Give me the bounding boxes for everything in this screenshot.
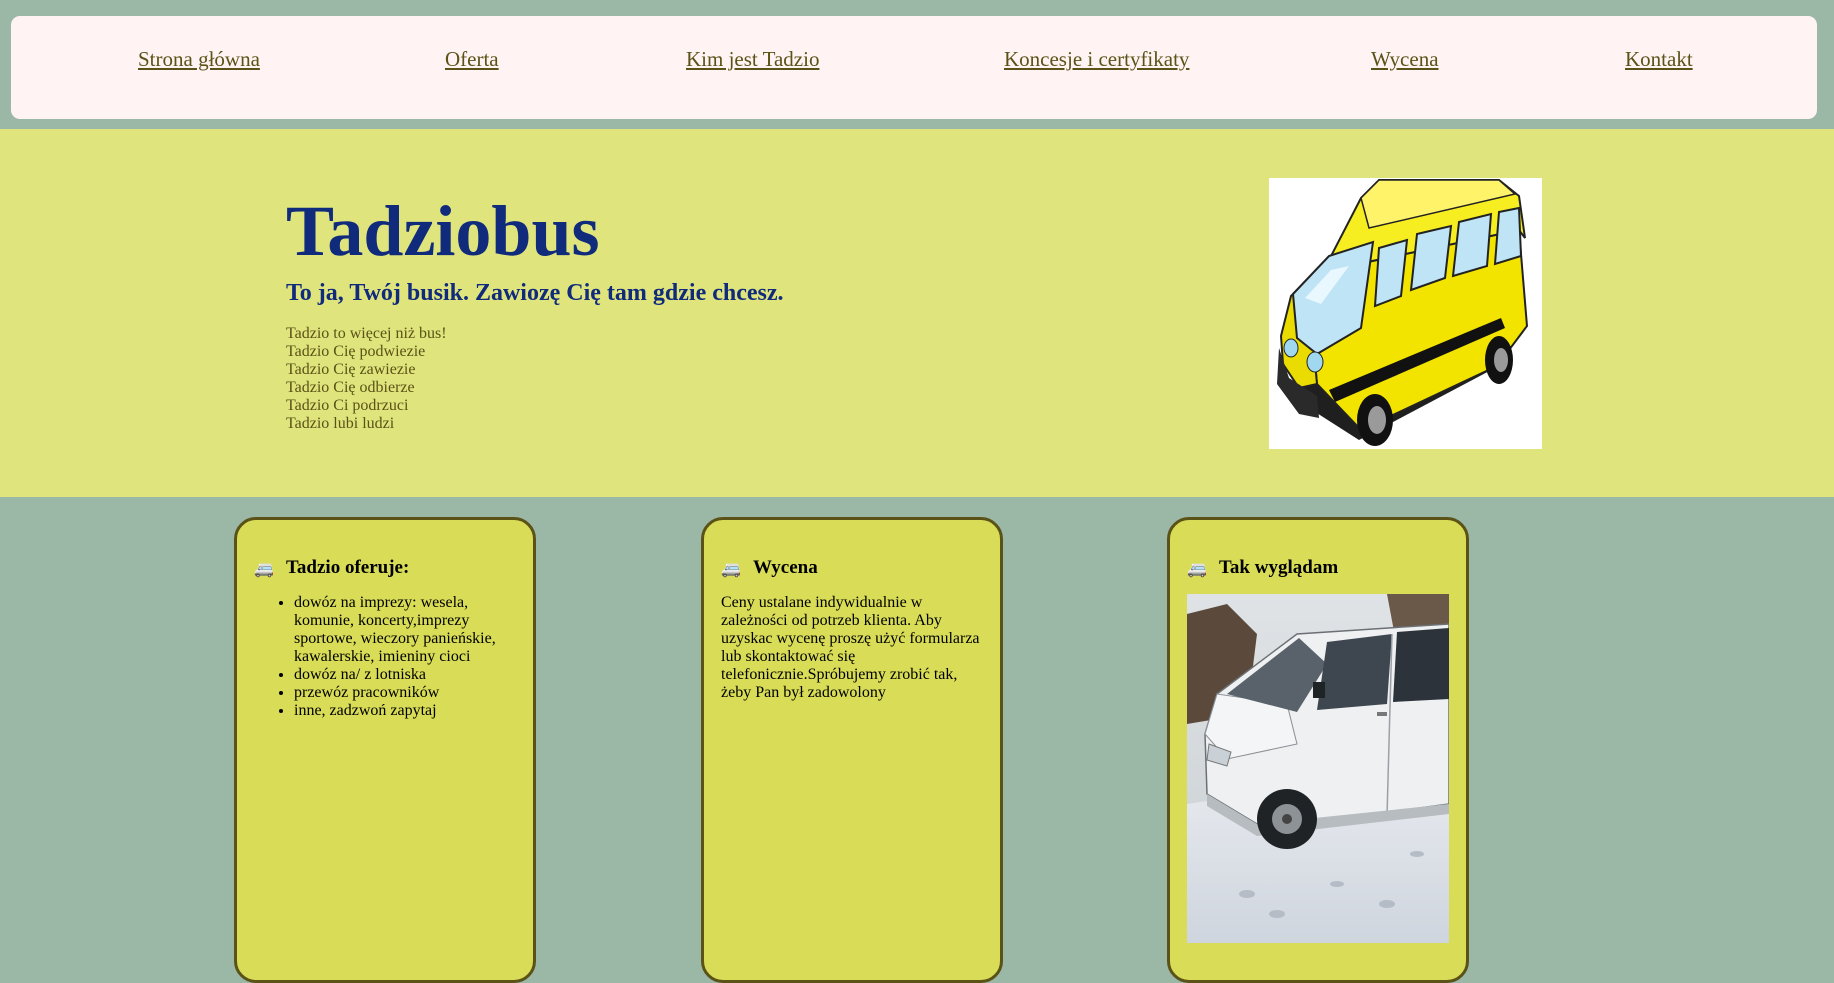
- yellow-minibus-illustration: [1269, 178, 1542, 449]
- top-navigation: Strona główna Oferta Kim jest Tadzio Kon…: [11, 16, 1817, 119]
- tagline-line: Tadzio Cię odbierze: [286, 379, 415, 396]
- offer-list: dowóz na imprezy: wesela, komunie, konce…: [254, 594, 514, 720]
- minibus-icon: 🚐: [1187, 558, 1207, 578]
- site-subtitle: To ja, Twój busik. Zawiozę Cię tam gdzie…: [286, 280, 784, 306]
- photo-card-header: 🚐 Tak wyglądam: [1187, 557, 1338, 579]
- list-item: inne, zadzwoń zapytaj: [294, 702, 514, 720]
- nav-link-offer[interactable]: Oferta: [445, 47, 499, 72]
- pricing-card-header: 🚐 Wycena: [721, 557, 818, 579]
- white-van-in-snow-photo: [1187, 594, 1449, 943]
- pricing-card-title: Wycena: [753, 557, 818, 578]
- minibus-icon: 🚐: [721, 558, 741, 578]
- tagline-line: Tadzio Cię zawiezie: [286, 361, 416, 378]
- tagline-line: Tadzio Ci podrzuci: [286, 397, 409, 414]
- photo-card: 🚐 Tak wyglądam: [1167, 517, 1469, 983]
- list-item: dowóz na/ z lotniska: [294, 666, 514, 684]
- site-title: Tadziobus: [286, 191, 600, 271]
- photo-card-title: Tak wyglądam: [1219, 557, 1339, 578]
- tagline-line: Tadzio to więcej niż bus!: [286, 325, 447, 342]
- pricing-description: Ceny ustalane indywidualnie w zależności…: [721, 594, 980, 701]
- tagline-list: Tadzio to więcej niż bus! Tadzio Cię pod…: [286, 325, 447, 433]
- minibus-icon: 🚐: [254, 558, 274, 578]
- nav-link-contact[interactable]: Kontakt: [1625, 47, 1693, 72]
- nav-link-home[interactable]: Strona główna: [138, 47, 260, 72]
- hero-banner: Tadziobus To ja, Twój busik. Zawiozę Cię…: [0, 129, 1834, 497]
- nav-link-pricing[interactable]: Wycena: [1371, 47, 1439, 72]
- nav-link-about[interactable]: Kim jest Tadzio: [686, 47, 819, 72]
- offer-card-header: 🚐 Tadzio oferuje:: [254, 557, 409, 579]
- offer-card: 🚐 Tadzio oferuje: dowóz na imprezy: wese…: [234, 517, 536, 983]
- offer-card-title: Tadzio oferuje:: [286, 557, 410, 578]
- list-item: przewóz pracowników: [294, 684, 514, 702]
- nav-link-licenses[interactable]: Koncesje i certyfikaty: [1004, 47, 1189, 72]
- tagline-line: Tadzio Cię podwiezie: [286, 343, 426, 360]
- list-item: dowóz na imprezy: wesela, komunie, konce…: [294, 594, 514, 666]
- tagline-line: Tadzio lubi ludzi: [286, 415, 395, 432]
- pricing-card: 🚐 Wycena Ceny ustalane indywidualnie w z…: [701, 517, 1003, 983]
